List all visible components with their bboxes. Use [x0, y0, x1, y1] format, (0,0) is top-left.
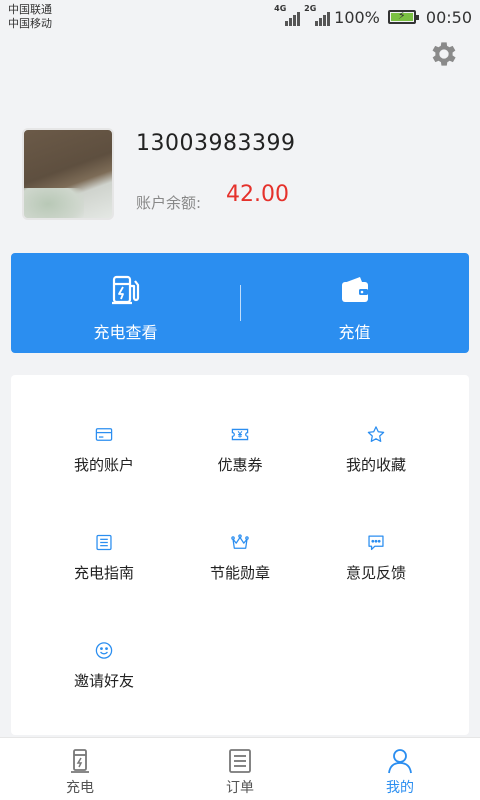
nav-item-charge[interactable]: 充电 — [0, 738, 160, 800]
nav-label: 订单 — [226, 780, 254, 796]
signal-2-icon: 2G — [304, 4, 331, 28]
menu-label: 意见反馈 — [345, 564, 406, 582]
feedback-icon — [368, 535, 384, 551]
smile-icon — [95, 642, 113, 659]
feedback-button[interactable]: 意见反馈 — [300, 483, 452, 583]
balance-label: 账户余额: — [136, 194, 202, 212]
menu-grid: 我的账户 优惠券 我的收藏 充电指南 节能勋章 意见反馈 邀请好友 — [11, 375, 469, 735]
invite-friends-button[interactable]: 邀请好友 — [28, 591, 180, 691]
charging-view-label: 充电查看 — [93, 323, 158, 342]
carrier-info: 中国联通 中国移动 — [8, 3, 52, 31]
recharge-button[interactable]: 充值 — [240, 253, 469, 353]
recharge-label: 充值 — [338, 323, 371, 342]
menu-label: 充电指南 — [73, 564, 134, 582]
menu-label: 我的账户 — [73, 456, 134, 474]
status-bar: 中国联通 中国移动 4G 2G 100% ⚡ 00:50 — [0, 0, 480, 34]
action-card: 充电查看 充值 — [11, 253, 469, 353]
carrier-1: 中国联通 — [8, 3, 52, 16]
bottom-nav: 充电 订单 我的 — [0, 737, 480, 800]
person-icon — [388, 749, 412, 774]
avatar[interactable] — [22, 128, 114, 220]
carrier-2: 中国移动 — [8, 17, 52, 30]
nav-item-orders[interactable]: 订单 — [160, 738, 320, 800]
menu-label: 优惠券 — [217, 456, 263, 474]
menu-label: 节能勋章 — [209, 564, 270, 582]
crown-icon — [231, 534, 249, 549]
balance-value: 42.00 — [226, 182, 289, 207]
star-icon — [367, 426, 385, 442]
status-indicators: 4G 2G 100% ⚡ 00:50 — [274, 4, 472, 28]
my-account-button[interactable]: 我的账户 — [28, 375, 180, 475]
nav-label: 充电 — [66, 780, 94, 796]
order-list-icon — [229, 749, 251, 773]
phone-number: 13003983399 — [136, 131, 296, 156]
nav-label: 我的 — [386, 780, 414, 796]
signal-1-icon: 4G — [274, 4, 301, 28]
wallet-icon — [341, 277, 368, 302]
favorites-button[interactable]: 我的收藏 — [300, 375, 452, 475]
nav-item-mine[interactable]: 我的 — [320, 738, 480, 800]
charging-guide-button[interactable]: 充电指南 — [28, 483, 180, 583]
coupon-icon — [231, 428, 249, 441]
clock: 00:50 — [425, 7, 472, 27]
charging-view-button[interactable]: 充电查看 — [11, 253, 240, 353]
menu-label: 我的收藏 — [345, 456, 406, 474]
charging-station-icon — [111, 275, 139, 305]
guide-icon — [96, 534, 112, 551]
card-icon — [95, 428, 113, 441]
settings-gear-icon[interactable] — [428, 38, 460, 70]
coupon-button[interactable]: 优惠券 — [164, 375, 316, 475]
energy-medal-button[interactable]: 节能勋章 — [164, 483, 316, 583]
battery-icon: ⚡ — [387, 9, 419, 24]
charger-icon — [71, 749, 89, 773]
menu-label: 邀请好友 — [73, 672, 134, 690]
battery-percent: 100% — [334, 7, 380, 27]
